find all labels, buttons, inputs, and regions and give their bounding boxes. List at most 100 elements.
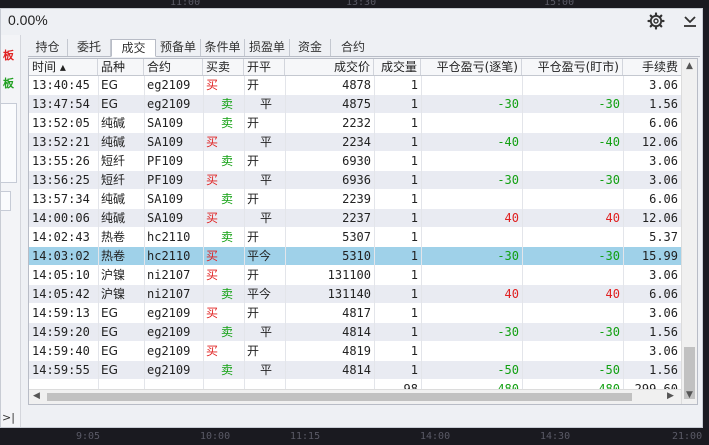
table-row[interactable]: 14:59:55 EG eg2109 卖 平 4814 1 -50 -50 1.56	[29, 361, 681, 379]
cell-side: 卖	[221, 97, 234, 111]
cell-volume: 1	[410, 97, 418, 111]
cell-variety: EG	[101, 78, 118, 92]
table-row[interactable]: 14:59:20 EG eg2109 卖 平 4814 1 -30 -30 1.56	[29, 323, 681, 341]
cell-volume: 1	[410, 116, 418, 130]
cell-time: 14:59:20	[32, 325, 90, 339]
table-row[interactable]: 14:05:10 沪镍 ni2107 买 开 131100 1 3.06	[29, 266, 681, 284]
cell-side: 卖	[221, 116, 234, 130]
gear-icon[interactable]	[647, 12, 665, 30]
column-header-volume[interactable]: 成交量	[374, 59, 421, 75]
table-row[interactable]: 14:02:43 热卷 hc2110 卖开 5307 1 5.37	[29, 228, 681, 246]
cell-open-close: 开	[247, 268, 260, 282]
table-row[interactable]: 14:03:02 热卷 hc2110 买 平今 5310 1 -30 -30 15.99	[29, 247, 681, 265]
column-header-pnl-trade[interactable]: 平仓盈亏(逐笔)	[421, 59, 522, 75]
cell-price: 4878	[342, 78, 371, 92]
cell-volume: 1	[410, 287, 418, 301]
table-row[interactable]: 13:56:25 短纤 PF109 买 平 6936 1 -30 -30 3.06	[29, 171, 681, 189]
tab-trades[interactable]: 成交	[111, 39, 156, 57]
cell-volume: 1	[410, 268, 418, 282]
cell-variety: EG	[101, 363, 118, 377]
column-divider	[623, 76, 624, 389]
expand-panel-arrow-icon[interactable]: >|	[2, 411, 15, 424]
side-panel-box[interactable]	[1, 103, 17, 183]
left-side-panel: 板 板 >|	[1, 35, 21, 427]
column-header-contract[interactable]: 合约	[144, 59, 203, 75]
cell-fee: 15.99	[641, 249, 678, 263]
horizontal-scroll-thumb[interactable]	[47, 393, 632, 401]
cell-pnl-mtm: -30	[598, 97, 620, 111]
table-row[interactable]: 13:57:34 纯碱 SA109 卖开 2239 1 6.06	[29, 190, 681, 208]
vertical-scrollbar[interactable]: ▲ ▼	[681, 59, 697, 404]
cell-open-close: 开	[247, 192, 260, 206]
cell-open-close: 平	[260, 325, 273, 339]
scroll-down-arrow-icon[interactable]: ▼	[686, 390, 693, 400]
column-divider	[522, 76, 523, 389]
cell-pnl-trade	[421, 266, 522, 284]
cell-price: 2234	[342, 135, 371, 149]
cell-contract: hc2110	[147, 230, 191, 244]
table-row[interactable]: 14:59:40 EG eg2109 买 开 4819 1 3.06	[29, 342, 681, 360]
tab-orders[interactable]: 委托	[68, 39, 111, 56]
cell-open-close: 开	[247, 116, 260, 130]
bg-time-label: 14:00	[420, 431, 451, 442]
tab-preorders[interactable]: 预备单	[156, 39, 201, 56]
column-header-variety[interactable]: 品种	[98, 59, 144, 75]
cell-price: 4875	[342, 97, 371, 111]
cell-open-close: 开	[247, 230, 260, 244]
table-row[interactable]: 14:05:42 沪镍 ni2107 卖平今 131140 1 40 40 6.06	[29, 285, 681, 303]
tab-positions[interactable]: 持仓	[28, 39, 68, 56]
cell-pnl-mtm: 40	[605, 287, 620, 301]
window-title: 0.00%	[8, 12, 48, 28]
column-header-side[interactable]: 买卖	[203, 59, 244, 75]
column-header-open-close[interactable]: 开平	[244, 59, 285, 75]
chevron-down-line-icon[interactable]	[681, 12, 699, 30]
cell-side: 卖	[221, 287, 234, 301]
table-row[interactable]: 13:52:21 纯碱 SA109 买 平 2234 1 -40 -40 12.06	[29, 133, 681, 151]
table-row[interactable]: 14:59:13 EG eg2109 买 开 4817 1 3.06	[29, 304, 681, 322]
bg-time-label: 10:00	[200, 431, 231, 442]
tab-funds[interactable]: 资金	[290, 39, 331, 56]
cell-contract: eg2109	[147, 78, 191, 92]
cell-price: 5310	[342, 249, 371, 263]
cell-pnl-mtm	[522, 76, 623, 94]
table-row[interactable]: 13:52:05 纯碱 SA109 卖开 2232 1 6.06	[29, 114, 681, 132]
cell-pnl-mtm: 40	[605, 211, 620, 225]
cell-open-close: 平	[260, 211, 273, 225]
cell-variety: 短纤	[101, 154, 126, 168]
column-header-price[interactable]: 成交价	[285, 59, 374, 75]
tab-contracts[interactable]: 合约	[331, 39, 375, 56]
trade-window: 0.00% 板 板 >| 持仓 委托 成交 预备单 条件单 损盈单 资金 合约 …	[0, 8, 703, 428]
table-row[interactable]: 13:55:26 短纤 PF109 卖开 6930 1 3.06	[29, 152, 681, 170]
horizontal-scrollbar[interactable]: ◀ ▶	[29, 389, 681, 404]
cell-pnl-mtm: -30	[598, 173, 620, 187]
column-divider	[285, 76, 286, 389]
bg-time-label: 9:05	[76, 431, 101, 442]
column-header-pnl-mtm[interactable]: 平仓盈亏(盯市)	[522, 59, 623, 75]
cell-variety: 纯碱	[101, 135, 126, 149]
table-row[interactable]: 13:40:45 EG eg2109 买 开 4878 1 3.06	[29, 76, 681, 94]
cell-volume: 1	[410, 173, 418, 187]
column-divider	[421, 76, 422, 389]
table-header: 时间 ▴ 品种 合约 买卖 开平 成交价 成交量 平仓盈亏(逐笔) 平仓盈亏(盯…	[29, 59, 681, 76]
side-panel-small-box[interactable]	[1, 191, 11, 211]
cell-open-close: 平	[260, 97, 273, 111]
cell-side: 买	[206, 268, 219, 282]
scroll-up-arrow-icon[interactable]: ▲	[686, 61, 693, 71]
cell-time: 13:57:34	[32, 192, 90, 206]
tab-conditional-orders[interactable]: 条件单	[201, 39, 245, 56]
table-row[interactable]: 13:47:54 EG eg2109 卖 平 4875 1 -30 -30 1.56	[29, 95, 681, 113]
cell-pnl-trade	[421, 190, 522, 208]
background-top-strip: 11:00 13:30 15:00	[0, 0, 709, 8]
scroll-right-arrow-icon[interactable]: ▶	[667, 391, 674, 401]
cell-open-close: 开	[247, 78, 260, 92]
cell-fee: 6.06	[649, 192, 678, 206]
cell-time: 14:03:02	[32, 249, 90, 263]
cell-fee: 3.06	[649, 306, 678, 320]
table-row[interactable]: 14:00:06 纯碱 SA109 买 平 2237 1 40 40 12.06	[29, 209, 681, 227]
side-label-green: 板	[3, 77, 14, 90]
scroll-left-arrow-icon[interactable]: ◀	[33, 391, 40, 401]
column-header-time[interactable]: 时间 ▴	[29, 59, 98, 75]
cell-price: 4814	[342, 325, 371, 339]
column-header-fee[interactable]: 手续费	[623, 59, 681, 75]
tab-stop-orders[interactable]: 损盈单	[245, 39, 290, 56]
